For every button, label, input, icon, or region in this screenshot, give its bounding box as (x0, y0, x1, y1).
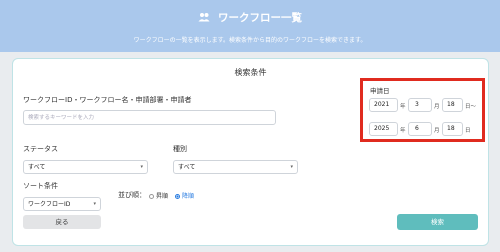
order-asc-label: 昇順 (156, 193, 169, 200)
type-label: 種別 (173, 145, 187, 153)
order-desc-label: 降順 (182, 193, 195, 200)
from-month-input[interactable]: 3 (408, 98, 432, 112)
to-month-input[interactable]: 6 (408, 122, 432, 136)
type-select[interactable]: すべて ▾ (173, 160, 298, 174)
page-header: ワークフロー一覧 ワークフローの一覧を表示します。検索条件から目的のワークフロー… (0, 0, 500, 52)
page-title: ワークフロー一覧 (0, 10, 500, 25)
application-date-filter: 申請日 2021 年 3 月 18 日〜 2025 年 6 月 18 日 (360, 78, 485, 142)
to-day-unit: 日 (465, 128, 471, 134)
from-year-input[interactable]: 2021 (369, 98, 398, 112)
to-month-unit: 月 (434, 128, 440, 134)
to-year-input[interactable]: 2025 (369, 122, 398, 136)
status-select[interactable]: すべて ▾ (23, 160, 148, 174)
status-value: すべて (28, 164, 46, 171)
type-value: すべて (178, 164, 196, 171)
from-year-unit: 年 (400, 104, 406, 110)
from-day-unit: 日〜 (465, 104, 477, 110)
radio-asc[interactable] (149, 194, 154, 199)
page-description: ワークフローの一覧を表示します。検索条件から目的のワークフローを検索できます。 (133, 37, 367, 44)
keyword-label: ワークフローID・ワークフロー名・申請部署・申請者 (23, 96, 192, 104)
from-day-input[interactable]: 18 (442, 98, 463, 112)
from-month-unit: 月 (434, 104, 440, 110)
back-button[interactable]: 戻る (23, 215, 101, 229)
chevron-down-icon: ▾ (140, 164, 143, 170)
search-panel-title: 検索条件 (234, 68, 267, 77)
to-year-unit: 年 (400, 128, 406, 134)
to-day-input[interactable]: 18 (442, 122, 463, 136)
keyword-input[interactable]: 検索するキーワードを入力 (23, 110, 276, 125)
chevron-down-icon: ▾ (93, 201, 96, 207)
sort-label: ソート条件 (23, 182, 58, 190)
order-label: 並び順： (118, 191, 146, 199)
order-asc-option[interactable]: 昇順 (149, 191, 168, 200)
search-button[interactable]: 検索 (397, 214, 478, 230)
sort-value: ワークフローID (28, 201, 71, 208)
page-title-text: ワークフロー一覧 (218, 12, 302, 24)
radio-desc[interactable] (175, 194, 180, 199)
keyword-placeholder: 検索するキーワードを入力 (28, 115, 95, 121)
users-icon (198, 12, 210, 25)
status-label: ステータス (23, 145, 58, 153)
order-desc-option[interactable]: 降順 (175, 191, 194, 200)
sort-select[interactable]: ワークフローID ▾ (23, 197, 101, 211)
date-label: 申請日 (370, 87, 390, 95)
chevron-down-icon: ▾ (290, 164, 293, 170)
